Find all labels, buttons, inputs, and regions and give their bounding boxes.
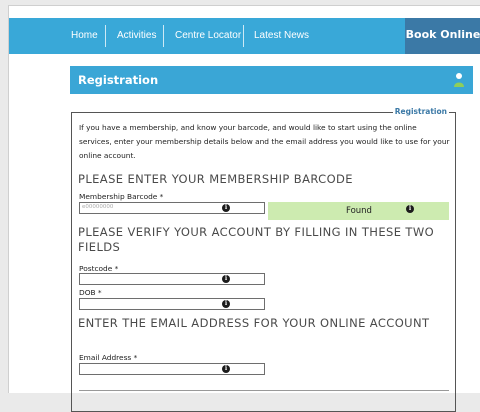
postcode-input[interactable] [79, 273, 265, 285]
info-icon[interactable]: i [222, 365, 230, 373]
heading-barcode: PLEASE ENTER YOUR MEMBERSHIP BARCODE [78, 172, 353, 186]
heading-verify: PLEASE VERIFY YOUR ACCOUNT BY FILLING IN… [78, 225, 435, 254]
found-status: Found i [268, 202, 449, 220]
dob-label: DOB * [79, 288, 102, 297]
email-label: Email Address * [79, 353, 138, 362]
nav-separator [105, 25, 106, 47]
nav-activities[interactable]: Activities [117, 18, 156, 54]
info-icon[interactable]: i [222, 300, 230, 308]
book-online-button[interactable]: Book Online [405, 18, 480, 54]
nav-separator [243, 25, 244, 47]
top-navigation: Home Activities Centre Locator Latest Ne… [9, 18, 480, 54]
user-icon [454, 73, 464, 87]
divider [79, 390, 449, 391]
intro-text: If you have a membership, and know your … [79, 123, 450, 160]
registration-title: Registration [78, 73, 159, 87]
found-text: Found [346, 206, 372, 216]
barcode-input[interactable]: e00000000 [79, 202, 265, 214]
info-icon[interactable]: i [222, 275, 230, 283]
nav-latest-news[interactable]: Latest News [254, 18, 309, 54]
fieldset-legend: Registration [392, 107, 449, 116]
nav-separator [163, 25, 164, 47]
barcode-label: Membership Barcode * [79, 192, 164, 201]
info-icon[interactable]: i [406, 205, 414, 213]
nav-centre-locator[interactable]: Centre Locator [175, 18, 241, 54]
info-icon[interactable]: i [222, 204, 230, 212]
heading-email: ENTER THE EMAIL ADDRESS FOR YOUR ONLINE … [78, 316, 430, 330]
email-input[interactable] [79, 363, 265, 375]
postcode-label: Postcode * [79, 264, 119, 273]
registration-header: Registration [70, 66, 473, 94]
barcode-placeholder: e00000000 [82, 204, 114, 210]
nav-home[interactable]: Home [71, 18, 98, 54]
dob-input[interactable] [79, 298, 265, 310]
